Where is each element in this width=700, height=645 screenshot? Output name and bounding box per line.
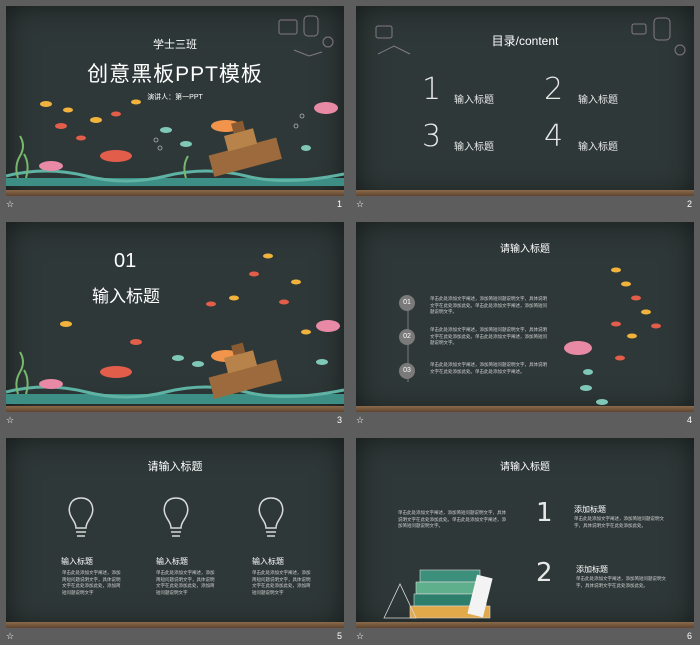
slide-thumbnail-2[interactable]: 目录/content 1 输入标题 2 输入标题 3 输入标题 4 输入标题 ☆… [350, 0, 694, 212]
slide-canvas: 目录/content 1 输入标题 2 输入标题 3 输入标题 4 输入标题 [356, 6, 694, 196]
toc-label[interactable]: 输入标题 [454, 91, 494, 106]
star-icon[interactable]: ☆ [6, 631, 14, 642]
item-text: 单击此处添加文字阐述，添加简短问题说明文字，具体说明文字在此处添加此处。 [574, 516, 664, 528]
slide-heading: 请输入标题 [147, 461, 203, 473]
item-label: 添加标题 [574, 505, 606, 514]
slide-footer: ☆ 2 [356, 199, 694, 211]
star-icon[interactable]: ☆ [6, 415, 14, 426]
slide-thumbnail-6[interactable]: 请输入标题 单击此处添加文字阐述，添加简短问题说明文字，具体说明文字在此处添加此… [350, 432, 694, 644]
star-icon[interactable]: ☆ [6, 199, 14, 210]
slide-number: 4 [686, 415, 692, 425]
slide-canvas: 请输入标题 输入标题 单击此处添加文字阐述，添加简短问题说明文字，具体说明文字在… [6, 438, 344, 628]
item-number: 1 [536, 498, 553, 528]
slide-heading: 请输入标题 [500, 462, 550, 473]
toc-number: 3 [422, 119, 442, 154]
lightbulb-icon [68, 497, 94, 537]
slide-number: 2 [686, 199, 692, 209]
slide-canvas: 请输入标题 01 单击此处添加文字阐述，添加简短问题说明文字，具体说明文字在此处… [356, 222, 694, 412]
column-text: 单击此处添加文字阐述，添加简短问题说明文字，具体说明文字在此处添加此处，添加简短… [252, 570, 311, 595]
column-text: 单击此处添加文字阐述，添加简短问题说明文字，具体说明文字在此处添加此处，添加简短… [62, 570, 121, 595]
intro-text: 单击此处添加文字阐述，添加简短问题说明文字，具体说明文字在此处添加此处。单击此处… [398, 510, 506, 528]
toc-number: 4 [544, 119, 564, 154]
underwater-scene-illustration [6, 99, 344, 186]
slide-number: 5 [336, 631, 342, 641]
toc-heading: 目录/content [491, 34, 559, 48]
column-label: 输入标题 [252, 557, 284, 566]
column-label: 输入标题 [156, 557, 188, 566]
bullet-number-badge: 03 [399, 363, 415, 379]
toc-label[interactable]: 输入标题 [578, 91, 618, 106]
underwater-scene-illustration [6, 253, 344, 404]
fish-school-illustration [564, 267, 661, 405]
bullet-number-badge: 02 [399, 329, 415, 345]
slide-canvas: 学士三班 创意黑板PPT模板 演讲人：第一PPT [6, 6, 344, 196]
column-text: 单击此处添加文字阐述，添加简短问题说明文字，具体说明文字在此处添加此处，添加简短… [156, 570, 215, 595]
star-icon[interactable]: ☆ [356, 199, 364, 210]
column-label: 输入标题 [61, 557, 93, 566]
slide-number: 6 [686, 631, 692, 641]
lightbulb-icon [258, 497, 284, 537]
lightbulb-icon [163, 497, 189, 537]
slide-heading: 请输入标题 [500, 244, 550, 255]
star-icon[interactable]: ☆ [356, 631, 364, 642]
slide-thumbnail-3[interactable]: 01 输入标题 ☆ 3 [0, 216, 344, 428]
slide-footer: ☆ 4 [356, 415, 694, 427]
bullet-text: 单击此处添加文字阐述，添加简短问题说明文字，具体说明文字在此处添加此处。单击此处… [430, 327, 547, 345]
toc-number: 1 [422, 72, 442, 107]
toc-number: 2 [544, 72, 564, 107]
bullet-text: 单击此处添加文字阐述，添加简短问题说明文字，具体说明文字在此处添加此处。单击此处… [430, 362, 547, 374]
item-text: 单击此处添加文字阐述，添加简短问题说明文字，具体说明文字在此处添加此处。 [576, 576, 666, 588]
slide-thumbnail-1[interactable]: 学士三班 创意黑板PPT模板 演讲人：第一PPT ☆ 1 [0, 0, 344, 212]
book-stack-illustration [383, 569, 493, 619]
slide-number: 1 [336, 199, 342, 209]
slide-title: 创意黑板PPT模板 [87, 63, 263, 86]
slide-footer: ☆ 5 [6, 631, 344, 643]
item-number: 2 [536, 558, 553, 588]
star-icon[interactable]: ☆ [356, 415, 364, 426]
slide-footer: ☆ 3 [6, 415, 344, 427]
item-label: 添加标题 [576, 565, 608, 574]
slide-footer: ☆ 6 [356, 631, 694, 643]
toc-label[interactable]: 输入标题 [578, 138, 618, 153]
slide-number: 3 [336, 415, 342, 425]
slide-canvas: 请输入标题 单击此处添加文字阐述，添加简短问题说明文字，具体说明文字在此处添加此… [356, 438, 694, 628]
slide-footer: ☆ 1 [6, 199, 344, 211]
toc-label[interactable]: 输入标题 [454, 138, 494, 153]
slide-canvas: 01 输入标题 [6, 222, 344, 412]
slide-thumbnail-4[interactable]: 请输入标题 01 单击此处添加文字阐述，添加简短问题说明文字，具体说明文字在此处… [350, 216, 694, 428]
slide-subtitle: 学士三班 [153, 39, 197, 51]
bullet-text: 单击此处添加文字阐述，添加简短问题说明文字，具体说明文字在此处添加此处。单击此处… [430, 296, 547, 314]
slide-thumbnail-5[interactable]: 请输入标题 输入标题 单击此处添加文字阐述，添加简短问题说明文字，具体说明文字在… [0, 432, 344, 644]
bullet-number-badge: 01 [399, 295, 415, 311]
